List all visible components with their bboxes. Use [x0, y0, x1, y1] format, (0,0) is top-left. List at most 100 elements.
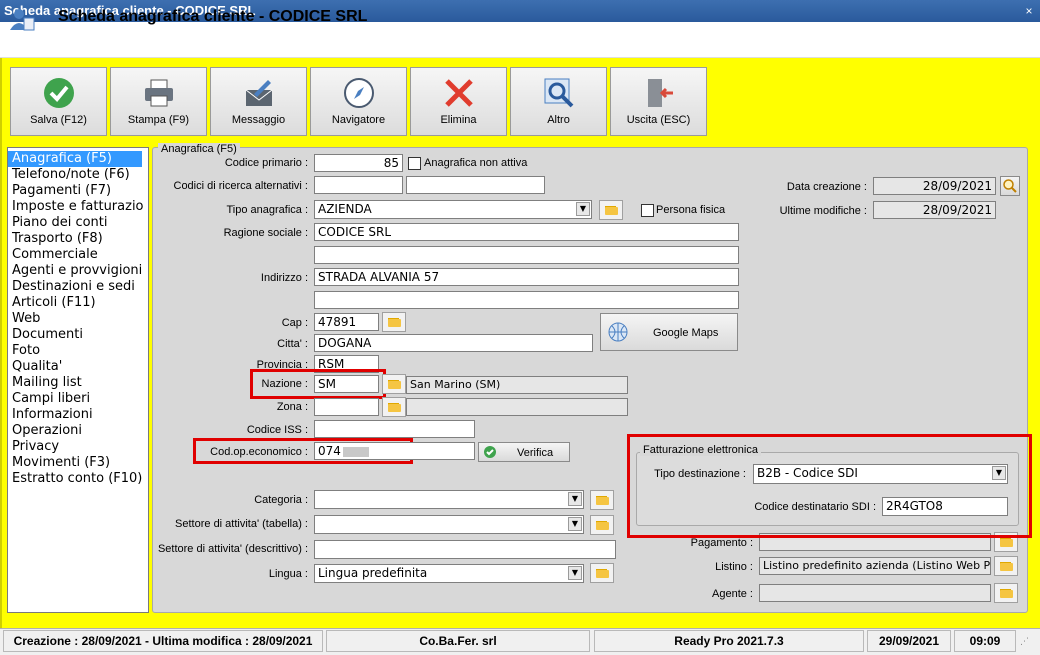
- nav-item-destinazioni[interactable]: Destinazioni e sedi: [8, 279, 148, 295]
- chevron-down-icon: ▼: [568, 492, 582, 506]
- ragione-sociale-input[interactable]: CODICE SRL: [314, 223, 739, 241]
- indirizzo-input-2[interactable]: [314, 291, 739, 309]
- customer-card-icon: [10, 9, 35, 31]
- ragione-sociale-input-2[interactable]: [314, 246, 739, 264]
- nav-item-operazioni[interactable]: Operazioni: [8, 423, 148, 439]
- navigator-button[interactable]: Navigatore: [310, 67, 407, 136]
- nav-item-informazioni[interactable]: Informazioni: [8, 407, 148, 423]
- history-search-button[interactable]: [1000, 176, 1020, 196]
- lingua-folder-icon[interactable]: [590, 563, 614, 583]
- settore-descrittivo-input[interactable]: [314, 540, 616, 559]
- codop-label: Cod.op.economico :: [210, 446, 308, 458]
- agente-folder-icon[interactable]: [994, 583, 1018, 603]
- codice-ricerca-input-1[interactable]: [314, 176, 403, 194]
- ultime-modifiche-label: Ultime modifiche :: [779, 205, 867, 217]
- lingua-label: Lingua :: [268, 568, 308, 580]
- more-button[interactable]: Altro: [510, 67, 607, 136]
- cap-folder-icon[interactable]: [382, 312, 406, 332]
- codice-primario-input[interactable]: 85: [314, 154, 403, 172]
- codice-iss-label: Codice ISS :: [246, 424, 308, 436]
- verifica-button[interactable]: Verifica: [478, 442, 570, 462]
- tipo-anagrafica-select[interactable]: AZIENDA ▼: [314, 200, 592, 219]
- save-label: Salva (F12): [30, 114, 87, 126]
- nav-item-estratto-conto[interactable]: Estratto conto (F10): [8, 471, 148, 487]
- citta-input[interactable]: DOGANA: [314, 334, 593, 352]
- nav-item-documenti[interactable]: Documenti: [8, 327, 148, 343]
- page-header: [0, 22, 1040, 58]
- listino-folder-icon[interactable]: [994, 556, 1018, 576]
- indirizzo-input[interactable]: STRADA ALVANIA 57: [314, 268, 739, 286]
- nav-item-trasporto[interactable]: Trasporto (F8): [8, 231, 148, 247]
- nav-item-privacy[interactable]: Privacy: [8, 439, 148, 455]
- citta-label: Citta' :: [277, 338, 308, 350]
- settore-descrittivo-label: Settore di attivita' (descrittivo) :: [157, 543, 308, 555]
- magnifier-icon: [544, 78, 573, 108]
- resize-grip-icon[interactable]: ⋰: [1020, 636, 1029, 647]
- compass-icon: [343, 78, 374, 108]
- google-maps-button[interactable]: Google Maps: [600, 313, 738, 351]
- nav-item-pagamenti[interactable]: Pagamenti (F7): [8, 183, 148, 199]
- nav-item-movimenti[interactable]: Movimenti (F3): [8, 455, 148, 471]
- exit-button[interactable]: Uscita (ESC): [610, 67, 707, 136]
- message-button[interactable]: Messaggio: [210, 67, 307, 136]
- codice-ricerca-input-2[interactable]: [406, 176, 545, 194]
- nav-item-articoli[interactable]: Articoli (F11): [8, 295, 148, 311]
- nav-item-imposte[interactable]: Imposte e fatturazio: [8, 199, 148, 215]
- print-button[interactable]: Stampa (F9): [110, 67, 207, 136]
- zona-description: [406, 398, 628, 416]
- settore-tabella-label: Settore di attivita' (tabella) :: [175, 518, 308, 530]
- nav-item-agenti[interactable]: Agenti e provvigioni: [8, 263, 148, 279]
- nav-item-campi-liberi[interactable]: Campi liberi: [8, 391, 148, 407]
- verifica-label: Verifica: [517, 447, 554, 459]
- nav-item-qualita[interactable]: Qualita': [8, 359, 148, 375]
- nazione-folder-icon[interactable]: [382, 374, 406, 394]
- nav-item-piano-conti[interactable]: Piano dei conti: [8, 215, 148, 231]
- settore-tabella-folder-icon[interactable]: [590, 515, 614, 535]
- categoria-label: Categoria :: [254, 494, 308, 506]
- delete-x-icon: [444, 79, 473, 107]
- status-time: 09:09: [954, 630, 1016, 652]
- lingua-select[interactable]: Lingua predefinita ▼: [314, 564, 584, 583]
- zona-input[interactable]: [314, 398, 379, 416]
- page-title: Scheda anagrafica cliente - CODICE SRL: [58, 8, 368, 25]
- message-label: Messaggio: [231, 114, 286, 126]
- tipo-anagrafica-folder-icon[interactable]: [599, 200, 623, 220]
- codici-ricerca-label: Codici di ricerca alternativi :: [173, 180, 309, 192]
- ultime-modifiche-value: 28/09/2021: [873, 201, 996, 219]
- pagamento-label: Pagamento :: [690, 537, 753, 549]
- nav-item-web[interactable]: Web: [8, 311, 148, 327]
- chevron-down-icon: ▼: [576, 202, 590, 216]
- indirizzo-label: Indirizzo :: [260, 272, 308, 284]
- cap-label: Cap :: [281, 317, 308, 329]
- settore-tabella-select[interactable]: ▼: [314, 515, 584, 534]
- data-creazione-label: Data creazione :: [786, 181, 867, 193]
- chevron-down-icon: ▼: [568, 566, 582, 580]
- categoria-folder-icon[interactable]: [590, 490, 614, 510]
- codop-input[interactable]: 074: [314, 442, 475, 460]
- codice-iss-input[interactable]: [314, 420, 475, 438]
- nazione-input[interactable]: SM: [314, 375, 379, 393]
- nazione-label: Nazione :: [261, 378, 308, 390]
- cap-input[interactable]: 47891: [314, 313, 379, 331]
- anagrafica-non-attiva-checkbox[interactable]: [408, 157, 421, 170]
- nav-item-telefono[interactable]: Telefono/note (F6): [8, 167, 148, 183]
- chevron-down-icon: ▼: [568, 517, 582, 531]
- panel-legend: Anagrafica (F5): [158, 143, 240, 155]
- persona-fisica-checkbox[interactable]: [641, 204, 654, 217]
- google-maps-label: Google Maps: [653, 327, 719, 339]
- delete-label: Elimina: [440, 114, 477, 126]
- save-button[interactable]: Salva (F12): [10, 67, 107, 136]
- close-icon[interactable]: ×: [1022, 4, 1036, 18]
- delete-button[interactable]: Elimina: [410, 67, 507, 136]
- zona-label: Zona :: [276, 401, 308, 413]
- codop-value: 074: [318, 444, 341, 458]
- zona-folder-icon[interactable]: [382, 397, 406, 417]
- categoria-select[interactable]: ▼: [314, 490, 584, 509]
- section-nav: Anagrafica (F5) Telefono/note (F6) Pagam…: [7, 147, 149, 613]
- more-label: Altro: [547, 114, 570, 126]
- nav-item-foto[interactable]: Foto: [8, 343, 148, 359]
- nav-item-mailing[interactable]: Mailing list: [8, 375, 148, 391]
- nav-item-commerciale[interactable]: Commerciale: [8, 247, 148, 263]
- data-creazione-value: 28/09/2021: [873, 177, 996, 195]
- nav-item-anagrafica[interactable]: Anagrafica (F5): [8, 151, 142, 167]
